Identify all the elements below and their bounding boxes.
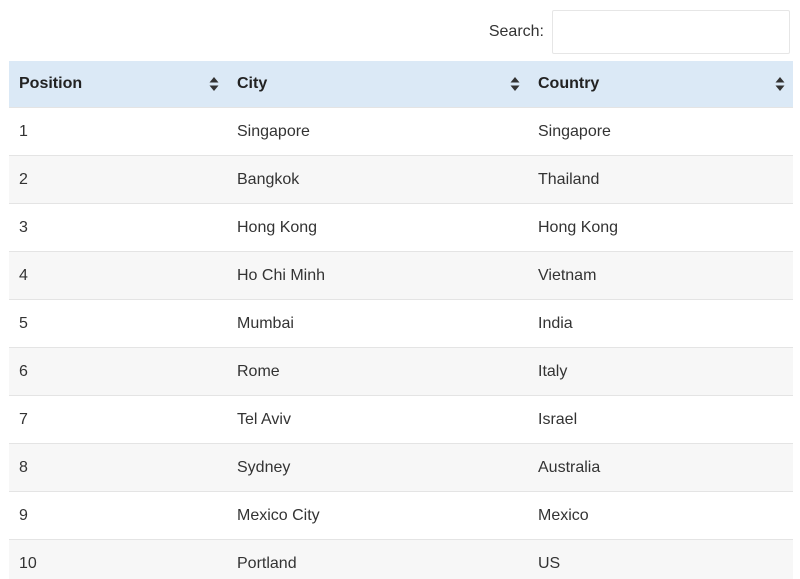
cell-position: 1 [9, 107, 227, 156]
cell-position: 2 [9, 155, 227, 204]
cell-city: Hong Kong [227, 203, 528, 252]
cell-position: 4 [9, 251, 227, 300]
cell-country: Thailand [528, 155, 793, 204]
cell-position: 5 [9, 299, 227, 348]
cell-city: Ho Chi Minh [227, 251, 528, 300]
sort-icon [775, 77, 785, 91]
table-row: 5 Mumbai India [9, 299, 793, 348]
page: Search: Position City Country 1 Singapor… [0, 0, 800, 579]
cell-country: India [528, 299, 793, 348]
cell-city: Mexico City [227, 491, 528, 540]
table-row: 4 Ho Chi Minh Vietnam [9, 251, 793, 300]
sort-icon [510, 77, 520, 91]
search-label: Search: [488, 23, 544, 40]
table-header: Position City Country [9, 61, 793, 108]
column-header-label: City [237, 75, 268, 92]
table-row: 7 Tel Aviv Israel [9, 395, 793, 444]
cell-position: 3 [9, 203, 227, 252]
search-input[interactable] [552, 10, 790, 54]
table-row: 1 Singapore Singapore [9, 107, 793, 156]
table-row: 6 Rome Italy [9, 347, 793, 396]
table-row: 3 Hong Kong Hong Kong [9, 203, 793, 252]
cell-city: Rome [227, 347, 528, 396]
table-row: 2 Bangkok Thailand [9, 155, 793, 204]
column-header-label: Country [538, 75, 600, 92]
search-bar: Search: [489, 10, 790, 54]
column-header-city[interactable]: City [227, 61, 528, 108]
cell-position: 8 [9, 443, 227, 492]
table-container: Position City Country 1 Singapore Singap… [9, 61, 793, 579]
cell-country: Australia [528, 443, 793, 492]
cell-country: Hong Kong [528, 203, 793, 252]
cell-country: Italy [528, 347, 793, 396]
table-row: 9 Mexico City Mexico [9, 491, 793, 540]
cell-position: 10 [9, 539, 227, 579]
column-header-label: Position [19, 75, 83, 92]
cell-city: Bangkok [227, 155, 528, 204]
cell-position: 9 [9, 491, 227, 540]
sort-icon [209, 77, 219, 91]
cell-position: 7 [9, 395, 227, 444]
table-row: 8 Sydney Australia [9, 443, 793, 492]
header-row: Position City Country [9, 61, 793, 108]
cell-position: 6 [9, 347, 227, 396]
cell-city: Portland [227, 539, 528, 579]
cell-country: US [528, 539, 793, 579]
data-table: Position City Country 1 Singapore Singap… [9, 61, 793, 579]
column-header-position[interactable]: Position [9, 61, 227, 108]
cell-country: Israel [528, 395, 793, 444]
cell-city: Mumbai [227, 299, 528, 348]
cell-country: Singapore [528, 107, 793, 156]
table-row: 10 Portland US [9, 539, 793, 579]
cell-city: Sydney [227, 443, 528, 492]
cell-country: Mexico [528, 491, 793, 540]
column-header-country[interactable]: Country [528, 61, 793, 108]
cell-city: Singapore [227, 107, 528, 156]
table-body: 1 Singapore Singapore 2 Bangkok Thailand… [9, 107, 793, 579]
cell-city: Tel Aviv [227, 395, 528, 444]
cell-country: Vietnam [528, 251, 793, 300]
